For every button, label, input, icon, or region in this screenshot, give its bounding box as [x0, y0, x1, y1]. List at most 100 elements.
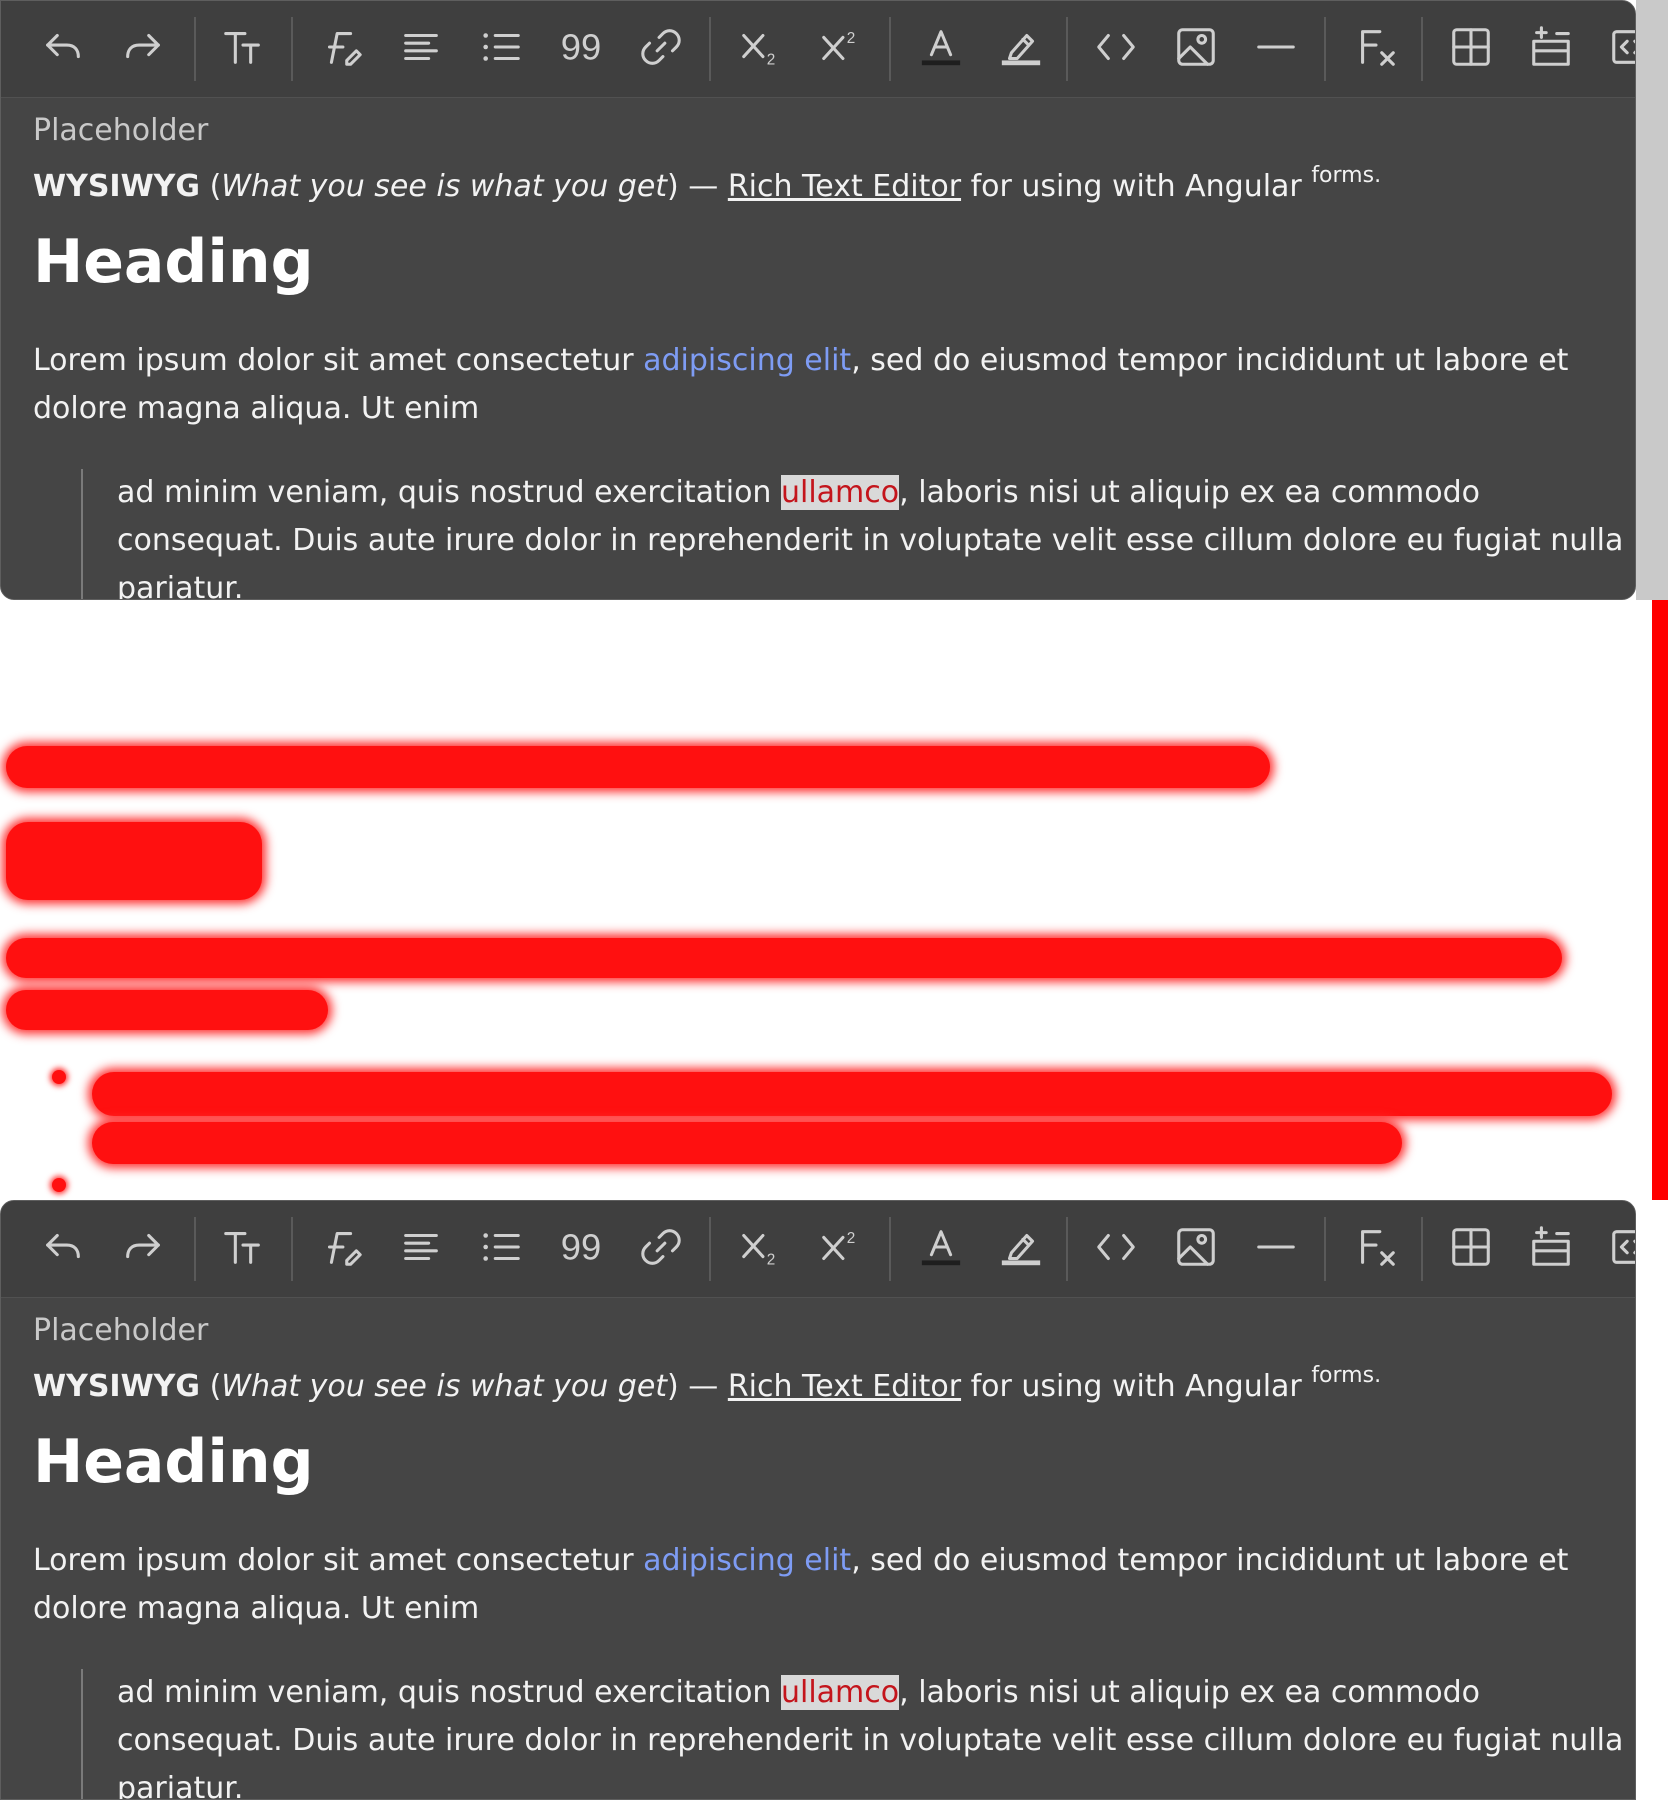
- editor-panel-bottom: 99 2 2 Placeholder WYSIWYG (What you see i…: [0, 1200, 1636, 1800]
- text-size-icon: [220, 1224, 266, 1274]
- diff-para-2: [6, 990, 328, 1030]
- toolbar-separator: [1421, 1217, 1423, 1281]
- clear-format-icon: [1353, 1224, 1399, 1274]
- clear-format-button[interactable]: [1344, 17, 1408, 81]
- undo-button[interactable]: [31, 1217, 95, 1281]
- toolbar-separator: [1324, 17, 1326, 81]
- code-button[interactable]: [1084, 17, 1148, 81]
- link-icon: [638, 1224, 684, 1274]
- superscript-button[interactable]: 2: [809, 17, 873, 81]
- quote-button[interactable]: 99: [549, 17, 613, 81]
- superscript-button[interactable]: 2: [809, 1217, 873, 1281]
- heading: Heading: [33, 227, 314, 297]
- paragraph: Lorem ipsum dolor sit amet consectetur a…: [33, 337, 1593, 433]
- editor-content-bottom[interactable]: Placeholder WYSIWYG (What you see is wha…: [33, 1297, 1623, 1799]
- underlined-link[interactable]: Rich Text Editor: [728, 1369, 961, 1404]
- diff-quote-2: [92, 1122, 1402, 1164]
- diff-line-1: [6, 746, 1270, 788]
- toolbar-separator: [291, 1217, 293, 1281]
- align-button[interactable]: [389, 1217, 453, 1281]
- quote-icon: 99: [558, 1224, 604, 1274]
- quote-button[interactable]: 99: [549, 1217, 613, 1281]
- highlighted-text: ullamco: [780, 1675, 900, 1710]
- diff-dot-2: [52, 1178, 66, 1192]
- undo-button[interactable]: [31, 17, 95, 81]
- code-button[interactable]: [1084, 1217, 1148, 1281]
- align-button[interactable]: [389, 17, 453, 81]
- font-icon: [318, 24, 364, 74]
- blockquote: ad minim veniam, quis nostrud exercitati…: [81, 1669, 1635, 1799]
- embed-button[interactable]: [1599, 17, 1635, 81]
- editor-panel-top: 99 2 2 Placeholder WYSIWYG (What you see i…: [0, 0, 1636, 600]
- placeholder-text: Placeholder: [33, 113, 209, 148]
- paren-open: (: [200, 169, 222, 204]
- text-size-button[interactable]: [211, 17, 275, 81]
- font-button[interactable]: [309, 17, 373, 81]
- paragraph-link[interactable]: adipiscing elit: [643, 343, 851, 378]
- intro-rest: for using with Angular: [961, 1369, 1312, 1404]
- text-color-icon: [918, 1224, 964, 1274]
- paragraph: Lorem ipsum dolor sit amet consectetur a…: [33, 1537, 1593, 1633]
- bullet-list-button[interactable]: [469, 1217, 533, 1281]
- superscript-text: forms.: [1311, 163, 1382, 188]
- superscript-icon: 2: [818, 24, 864, 74]
- intro-line: WYSIWYG (What you see is what you get) —…: [33, 1363, 1381, 1404]
- table-icon: [1448, 1224, 1494, 1274]
- svg-text:2: 2: [767, 51, 776, 68]
- highlight-icon: [998, 1224, 1044, 1274]
- text-size-button[interactable]: [211, 1217, 275, 1281]
- image-button[interactable]: [1164, 1217, 1228, 1281]
- table-button[interactable]: [1439, 1217, 1503, 1281]
- link-button[interactable]: [629, 17, 693, 81]
- subscript-button[interactable]: 2: [729, 1217, 793, 1281]
- text-color-button[interactable]: [909, 1217, 973, 1281]
- redo-icon: [120, 1224, 166, 1274]
- diff-overlay: [0, 600, 1668, 1200]
- text-color-button[interactable]: [909, 17, 973, 81]
- link-button[interactable]: [629, 1217, 693, 1281]
- paren-close: ) —: [667, 1369, 728, 1404]
- paren-open: (: [200, 1369, 222, 1404]
- svg-text:2: 2: [847, 1230, 856, 1247]
- scrollbar[interactable]: [1636, 0, 1668, 600]
- link-icon: [638, 24, 684, 74]
- subscript-button[interactable]: 2: [729, 17, 793, 81]
- toolbar-top: 99 2 2: [1, 1, 1635, 98]
- highlighted-text: ullamco: [780, 475, 900, 510]
- embed-button[interactable]: [1599, 1217, 1635, 1281]
- bold-text: WYSIWYG: [33, 169, 201, 204]
- insert-row-button[interactable]: [1519, 17, 1583, 81]
- font-icon: [318, 1224, 364, 1274]
- insert-row-button[interactable]: [1519, 1217, 1583, 1281]
- highlight-button[interactable]: [989, 1217, 1053, 1281]
- horizontal-rule-button[interactable]: [1244, 17, 1308, 81]
- toolbar-separator: [889, 1217, 891, 1281]
- quote-text-before: ad minim veniam, quis nostrud exercitati…: [117, 1675, 781, 1710]
- clear-format-button[interactable]: [1344, 1217, 1408, 1281]
- quote-icon: 99: [558, 24, 604, 74]
- italic-text: What you see is what you get: [221, 1369, 668, 1404]
- code-icon: [1093, 24, 1139, 74]
- redo-button[interactable]: [111, 1217, 175, 1281]
- quote-text-before: ad minim veniam, quis nostrud exercitati…: [117, 475, 781, 510]
- redo-button[interactable]: [111, 17, 175, 81]
- intro-rest: for using with Angular: [961, 169, 1312, 204]
- toolbar-separator: [194, 17, 196, 81]
- editor-content-top[interactable]: Placeholder WYSIWYG (What you see is wha…: [33, 97, 1623, 599]
- embed-icon: [1608, 24, 1635, 74]
- table-button[interactable]: [1439, 17, 1503, 81]
- highlight-button[interactable]: [989, 17, 1053, 81]
- diff-quote-1: [92, 1072, 1612, 1116]
- intro-line: WYSIWYG (What you see is what you get) —…: [33, 163, 1381, 204]
- bullet-list-button[interactable]: [469, 17, 533, 81]
- para-text-before: Lorem ipsum dolor sit amet consectetur: [33, 1543, 644, 1578]
- horizontal-rule-button[interactable]: [1244, 1217, 1308, 1281]
- paragraph-link[interactable]: adipiscing elit: [643, 1543, 851, 1578]
- text-size-icon: [220, 24, 266, 74]
- highlight-icon: [998, 24, 1044, 74]
- placeholder-text: Placeholder: [33, 1313, 209, 1348]
- font-button[interactable]: [309, 1217, 373, 1281]
- image-button[interactable]: [1164, 17, 1228, 81]
- underlined-link[interactable]: Rich Text Editor: [728, 169, 961, 204]
- align-icon: [398, 24, 444, 74]
